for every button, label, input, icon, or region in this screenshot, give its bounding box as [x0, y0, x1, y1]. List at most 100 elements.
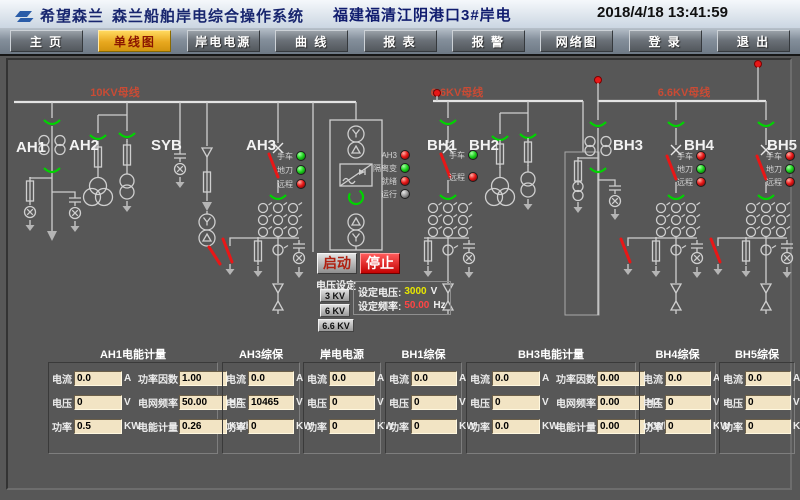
start-button[interactable]: 启动: [317, 253, 357, 274]
field-value: 0.00: [597, 395, 645, 410]
converter-unit[interactable]: [313, 102, 382, 252]
svg-text:远程: 远程: [277, 180, 293, 189]
transformer-icon: [348, 126, 364, 142]
field-label: 电流: [723, 371, 745, 386]
indicator-light: [401, 151, 410, 160]
panel-ah1-metering: AH1电能计量 电流0.0A 功率因数1.00 电压0V 电网频率50.00HZ…: [48, 346, 218, 454]
kv-option-6kv[interactable]: 6 KV: [320, 304, 350, 317]
field-label: 电压: [52, 395, 74, 410]
feeder-syb[interactable]: SYB: [151, 102, 220, 264]
svg-text:远程: 远程: [766, 178, 782, 187]
transformer-icon: [521, 172, 535, 197]
field-label: 电压: [723, 395, 745, 410]
field-value: 0.00: [597, 371, 645, 386]
earth-switch-open-icon: [711, 239, 720, 262]
datetime-display: 2018/4/18 13:41:59: [597, 4, 728, 21]
menu-button-login[interactable]: 登 录: [629, 30, 702, 52]
ct-grid-icon: [747, 203, 791, 237]
menu-button-alarms[interactable]: 报 警: [452, 30, 525, 52]
panel-bh1-protection: BH1综保 电流0.0A 电压0V 功率0KW: [385, 346, 462, 454]
breaker-closed-icon: [270, 195, 286, 199]
field-label: 功率: [226, 419, 248, 434]
field-label: 电网频率: [556, 395, 597, 410]
panel-title: BH3电能计量: [466, 346, 636, 360]
breaker-closed-icon: [440, 120, 456, 124]
ct-grid-icon: [657, 203, 701, 237]
bh4-status-lights: 手车 地刀 远程: [677, 151, 706, 187]
field-value: 0.0: [492, 371, 540, 386]
feeder-ah3[interactable]: AH3: [223, 102, 305, 314]
feeder-label: AH3: [246, 137, 276, 154]
disconnector-open-icon: [667, 156, 676, 179]
breaker-closed-icon: [44, 120, 60, 124]
field-value: 50.00: [179, 395, 227, 410]
feeder-bh2[interactable]: BH2: [469, 101, 536, 210]
field-unit: KW: [124, 421, 134, 432]
ct-grid-icon: [259, 203, 303, 237]
kv-option-3kv[interactable]: 3 KV: [320, 289, 350, 302]
menu-button-single-line[interactable]: 单线图: [98, 30, 171, 52]
set-freq-value: 50.00: [404, 300, 429, 311]
bus-tie-cabinet: [565, 101, 599, 315]
senlan-logo-icon: [12, 7, 36, 25]
field-label: 电流: [470, 371, 492, 386]
bus-label-10kv: 10KV母线: [90, 85, 140, 99]
field-label: 电压: [643, 395, 665, 410]
indicator-light: [297, 166, 306, 175]
field-value: 0.0: [665, 371, 711, 386]
converter-status-lights: AH3 隔离变 就绪 运行: [373, 151, 410, 200]
field-value: 0: [74, 395, 122, 410]
field-label: 电流: [307, 371, 329, 386]
menu-button-reports[interactable]: 报 表: [364, 30, 437, 52]
breaker-closed-icon: [440, 195, 456, 199]
bus-label-6-6kv-right: 6.6KV母线: [658, 85, 711, 99]
panel-ah3-protection: AH3综保 电流0.0A 电压10465V 功率0KW: [222, 346, 300, 454]
feeder-label: BH2: [469, 137, 499, 154]
field-unit: V: [542, 397, 552, 408]
indicator-light: [401, 164, 410, 173]
svg-text:地刀: 地刀: [277, 165, 293, 175]
menu-button-curves[interactable]: 曲 线: [275, 30, 348, 52]
set-freq-unit: Hz: [433, 300, 445, 311]
field-value: 0.0: [745, 371, 791, 386]
live-lamp-icon: [434, 90, 441, 97]
disconnector-open-icon: [757, 156, 766, 179]
menu-button-home[interactable]: 主 页: [10, 30, 83, 52]
feeder-ah1[interactable]: AH1: [16, 102, 81, 241]
indicator-light: [401, 190, 410, 199]
svg-text:隔离变: 隔离变: [373, 163, 397, 173]
transformer-icon: [199, 214, 215, 230]
panel-bh5-protection: BH5综保 电流0.0A 电压0V 功率0KW: [719, 346, 795, 454]
menu-button-network[interactable]: 网络图: [540, 30, 613, 52]
app-title: 森兰船舶岸电综合操作系统: [112, 5, 304, 26]
menu-button-shore-power[interactable]: 岸电电源: [187, 30, 260, 52]
field-unit: V: [124, 397, 134, 408]
field-value: 0.0: [492, 419, 540, 434]
panel-title: 岸电电源: [303, 346, 381, 360]
panel-title: BH5综保: [719, 346, 795, 360]
set-freq-label: 设定频率:: [358, 298, 401, 313]
panel-title: BH4综保: [639, 346, 716, 360]
set-voltage-value: 3000: [404, 286, 426, 297]
indicator-light: [786, 165, 795, 174]
field-value: 0: [745, 395, 791, 410]
field-value: 0: [248, 419, 294, 434]
stop-button[interactable]: 停止: [360, 253, 400, 274]
field-label: 功率: [307, 419, 329, 434]
kv-option-6-6kv[interactable]: 6.6 KV: [318, 319, 354, 332]
feeder-label: AH2: [69, 137, 99, 154]
menu-button-exit[interactable]: 退 出: [717, 30, 790, 52]
svg-text:地刀: 地刀: [766, 164, 782, 174]
feeder-ah2[interactable]: AH2: [69, 102, 135, 212]
brand-logo: 希望森兰: [12, 5, 104, 26]
svg-text:运行: 运行: [381, 189, 397, 199]
live-lamp-icon: [755, 61, 762, 68]
transformer-icon: [120, 174, 134, 199]
field-value: 0.0: [329, 371, 375, 386]
svg-text:手车: 手车: [677, 151, 693, 161]
feeder-bh5[interactable]: BH5: [711, 101, 797, 314]
feeder-bh4[interactable]: BH4: [621, 101, 715, 314]
field-label: 电流: [52, 371, 74, 386]
breaker-closed-icon: [346, 187, 365, 206]
feeder-label: AH1: [16, 139, 46, 156]
